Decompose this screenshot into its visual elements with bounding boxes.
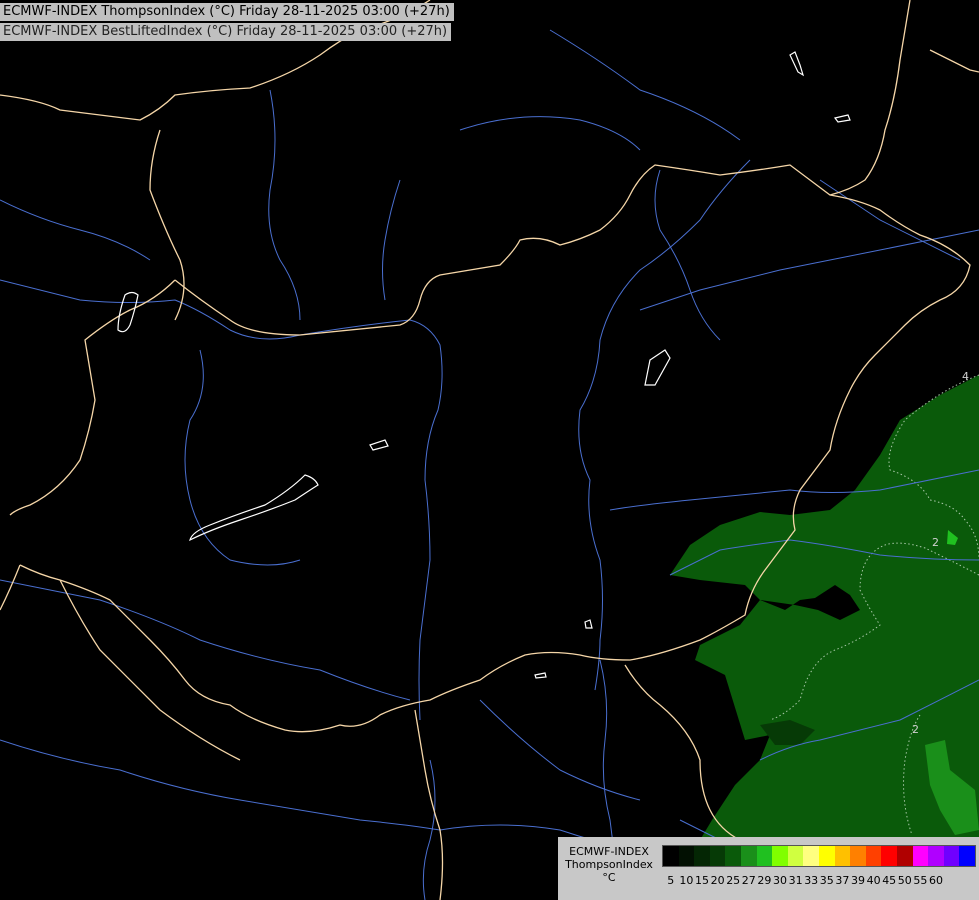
map-title-bestlifted: ECMWF-INDEX BestLiftedIndex (°C) Friday …	[0, 23, 452, 41]
contour-label: 4	[962, 370, 969, 383]
map-title-thompson: ECMWF-INDEX ThompsonIndex (°C) Friday 28…	[0, 3, 454, 21]
legend-tick-label: 31	[788, 874, 803, 887]
legend-tick-labels: 5 10 15 20 25 27 29 30 31 33 35 37 39 40 45 50 55 60	[662, 874, 974, 888]
contour-label: 2	[932, 536, 939, 549]
legend-tick-label: 25	[726, 874, 741, 887]
legend-title-line1: ECMWF-INDEX	[569, 845, 649, 858]
map-canvas: 4 2 2	[0, 0, 979, 900]
legend-swatch	[959, 846, 975, 866]
legend-tick-label: 27	[741, 874, 756, 887]
legend-swatch	[912, 846, 929, 866]
legend-swatches	[662, 845, 976, 867]
legend-swatch	[850, 846, 866, 866]
legend-tick-label: 5	[667, 874, 675, 887]
legend-swatch	[694, 846, 710, 866]
legend-swatch	[865, 846, 882, 866]
legend-tick-label: 45	[882, 874, 897, 887]
legend-title: ECMWF-INDEX ThompsonIndex °C	[560, 845, 658, 884]
legend-swatch	[725, 846, 741, 866]
legend-swatch	[881, 846, 897, 866]
legend-tick-label: 39	[851, 874, 865, 887]
legend-swatch	[756, 846, 773, 866]
legend-tick-label: 20	[710, 874, 725, 887]
legend-tick-label: 40	[866, 874, 881, 887]
legend-tick-label: 29	[757, 874, 772, 887]
colorbar-legend: ECMWF-INDEX ThompsonIndex °C 5 10 15 20 25 27…	[558, 837, 979, 900]
legend-tick-label: 50	[897, 874, 912, 887]
legend-swatch	[834, 846, 851, 866]
legend-tick-label: 35	[819, 874, 834, 887]
contour-label: 2	[912, 723, 919, 736]
legend-tick-label: 55	[913, 874, 928, 887]
legend-swatch	[787, 846, 804, 866]
legend-tick-label: 10	[679, 874, 694, 887]
legend-title-line2: ThompsonIndex	[565, 858, 653, 871]
legend-swatch	[772, 846, 788, 866]
legend-swatch	[709, 846, 726, 866]
legend-swatch	[818, 846, 835, 866]
legend-swatch	[663, 846, 679, 866]
legend-tick-label: 30	[773, 874, 787, 887]
legend-swatch	[803, 846, 819, 866]
legend-swatch	[928, 846, 944, 866]
legend-tick-label: 33	[804, 874, 819, 887]
legend-unit: °C	[602, 871, 616, 884]
legend-tick-label: 60	[929, 874, 943, 887]
legend-swatch	[943, 846, 960, 866]
legend-swatch	[896, 846, 913, 866]
legend-tick-label: 15	[695, 874, 709, 887]
legend-tick-label: 37	[835, 874, 850, 887]
legend-swatch	[678, 846, 695, 866]
legend-swatch	[740, 846, 757, 866]
